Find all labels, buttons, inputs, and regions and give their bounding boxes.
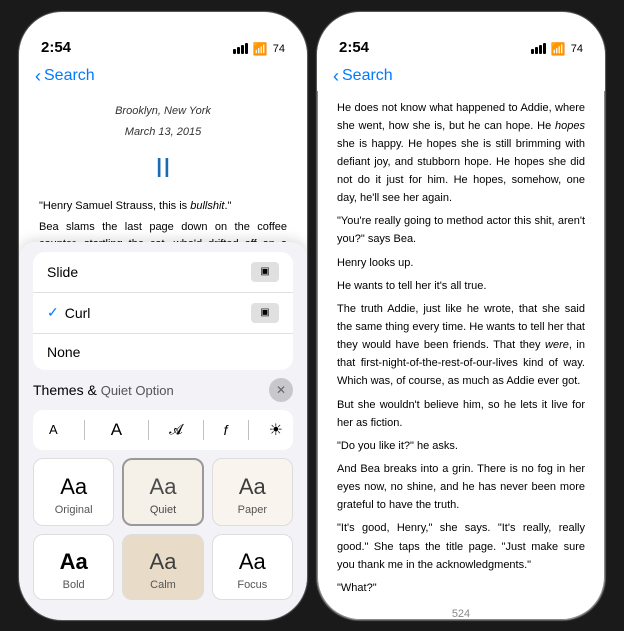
- theme-original-aa: Aa: [60, 474, 87, 500]
- font-controls: A A 𝓐 f ☀: [33, 410, 293, 450]
- left-phone: 2:54 📶 74 ‹ Search Brooklyn, New York: [18, 11, 308, 621]
- divider-1: [84, 420, 85, 440]
- signal-icon: [233, 43, 248, 54]
- close-button[interactable]: ✕: [269, 378, 293, 402]
- theme-paper-label: Paper: [238, 504, 267, 516]
- curl-icon: ▣: [251, 303, 279, 323]
- font-type-icon[interactable]: 𝓐: [169, 421, 183, 438]
- right-battery-label: 74: [571, 43, 583, 55]
- right-para-6: But she wouldn't believe him, so he lets…: [337, 396, 585, 432]
- right-back-button[interactable]: ‹ Search: [333, 66, 393, 87]
- themes-grid: Aa Original Aa Quiet Aa Paper Aa Bold: [33, 458, 293, 600]
- theme-paper-aa: Aa: [239, 474, 266, 500]
- theme-quiet-label: Quiet: [150, 504, 176, 516]
- book-para-1: "Henry Samuel Strauss, this is bullshit.…: [39, 198, 287, 215]
- left-nav: ‹ Search: [19, 62, 307, 91]
- overlay-panel: Slide ▣ ✓ Curl ▣ None: [19, 242, 307, 620]
- right-para-1: He does not know what happened to Addie,…: [337, 99, 585, 208]
- divider-3: [203, 420, 204, 440]
- slide-options: Slide ▣ ✓ Curl ▣ None: [33, 252, 293, 370]
- theme-paper[interactable]: Aa Paper: [212, 458, 293, 526]
- right-para-7: "Do you like it?" he asks.: [337, 437, 585, 455]
- theme-focus-label: Focus: [237, 579, 267, 591]
- theme-quiet[interactable]: Aa Quiet: [122, 458, 203, 526]
- right-para-4: He wants to tell her it's all true.: [337, 277, 585, 295]
- right-para-9: "It's good, Henry," she says. "It's real…: [337, 519, 585, 573]
- right-para-8: And Bea breaks into a grin. There is no …: [337, 460, 585, 514]
- wifi-icon: 📶: [253, 42, 268, 56]
- chevron-left-icon: ‹: [35, 66, 41, 87]
- slide-option-curl[interactable]: ✓ Curl ▣: [33, 293, 293, 334]
- right-page-counter: 524: [317, 608, 605, 620]
- right-time: 2:54: [339, 39, 369, 56]
- right-nav: ‹ Search: [317, 62, 605, 91]
- right-para-10: "What?": [337, 579, 585, 597]
- right-phone-inner: 2:54 📶 74 ‹ Search: [317, 12, 605, 620]
- theme-quiet-aa: Aa: [150, 474, 177, 500]
- right-chevron-left-icon: ‹: [333, 66, 339, 87]
- right-status-bar: 2:54 📶 74: [317, 12, 605, 62]
- theme-original-label: Original: [55, 504, 93, 516]
- themes-title: Themes & Quiet Option: [33, 382, 174, 398]
- right-phone: 2:54 📶 74 ‹ Search: [316, 11, 606, 621]
- book-chapter: II: [39, 146, 287, 191]
- theme-original[interactable]: Aa Original: [33, 458, 114, 526]
- brightness-icon[interactable]: ☀: [269, 420, 283, 440]
- right-signal-icon: [531, 43, 546, 54]
- right-reading-content: He does not know what happened to Addie,…: [317, 91, 605, 604]
- check-icon: ✓: [47, 304, 59, 321]
- curl-label: Curl: [65, 305, 91, 321]
- font-large-button[interactable]: A: [105, 416, 128, 444]
- none-label: None: [47, 344, 80, 360]
- phones-container: 2:54 📶 74 ‹ Search Brooklyn, New York: [18, 11, 606, 621]
- left-status-icons: 📶 74: [233, 42, 285, 56]
- left-time: 2:54: [41, 39, 71, 56]
- theme-calm-label: Calm: [150, 579, 176, 591]
- right-page-number: 524: [452, 608, 470, 620]
- right-para-3: Henry looks up.: [337, 254, 585, 272]
- themes-header: Themes & Quiet Option ✕: [33, 378, 293, 402]
- theme-focus-aa: Aa: [239, 549, 266, 575]
- left-status-bar: 2:54 📶 74: [19, 12, 307, 62]
- battery-label: 74: [273, 43, 285, 55]
- theme-calm[interactable]: Aa Calm: [122, 534, 203, 600]
- theme-calm-aa: Aa: [150, 549, 177, 575]
- right-back-label: Search: [342, 67, 393, 85]
- divider-2: [148, 420, 149, 440]
- slide-option-none[interactable]: None: [33, 334, 293, 370]
- left-back-label: Search: [44, 67, 95, 85]
- divider-4: [248, 420, 249, 440]
- slide-icon: ▣: [251, 262, 279, 282]
- font-serif-icon[interactable]: f: [224, 422, 228, 438]
- theme-bold-label: Bold: [63, 579, 85, 591]
- theme-bold-aa: Aa: [60, 549, 88, 575]
- theme-focus[interactable]: Aa Focus: [212, 534, 293, 600]
- right-wifi-icon: 📶: [551, 42, 566, 56]
- right-para-11: "My thesis. Remember? I wanted to do it …: [337, 602, 585, 603]
- right-para-2: "You're really going to method actor thi…: [337, 212, 585, 248]
- slide-option-slide[interactable]: Slide ▣: [33, 252, 293, 293]
- book-date: March 13, 2015: [39, 124, 287, 142]
- quiet-option-label: Quiet Option: [101, 383, 174, 398]
- slide-label: Slide: [47, 264, 78, 280]
- right-para-5: The truth Addie, just like he wrote, tha…: [337, 300, 585, 391]
- book-location: Brooklyn, New York: [39, 103, 287, 121]
- left-back-button[interactable]: ‹ Search: [35, 66, 95, 87]
- right-status-icons: 📶 74: [531, 42, 583, 56]
- theme-bold[interactable]: Aa Bold: [33, 534, 114, 600]
- font-small-button[interactable]: A: [43, 418, 64, 441]
